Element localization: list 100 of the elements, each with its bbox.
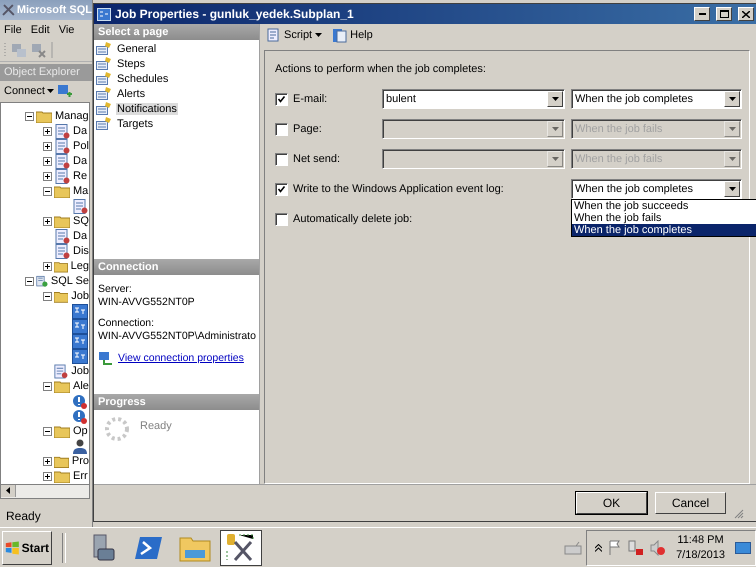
dropdown-option[interactable]: When the job succeeds xyxy=(572,200,756,212)
chevron-up-icon[interactable] xyxy=(595,544,602,552)
tree-item-label[interactable]: Dis xyxy=(73,245,89,258)
close-button[interactable] xyxy=(738,7,754,21)
checkbox[interactable] xyxy=(275,92,288,106)
page-item[interactable]: Targets xyxy=(116,118,154,130)
tree-item-label[interactable]: Leg xyxy=(70,260,89,272)
tree-item-label[interactable]: Manag xyxy=(55,110,89,122)
horizontal-scrollbar[interactable] xyxy=(0,484,90,500)
folder-icon xyxy=(54,454,69,468)
page-settings-icon xyxy=(96,57,112,70)
tree-item-label[interactable]: Re xyxy=(73,170,88,182)
start-button[interactable]: Start xyxy=(2,530,52,564)
tree-item-label[interactable]: Ale xyxy=(73,380,89,392)
collapse-icon[interactable] xyxy=(43,186,52,196)
dropdown-arrow-icon xyxy=(552,97,558,101)
tree-item-label[interactable]: Err xyxy=(73,470,88,482)
page-item[interactable]: General xyxy=(116,42,158,54)
connection-properties-icon xyxy=(98,351,114,365)
status-text: Ready xyxy=(5,508,42,526)
minimize-icon xyxy=(698,13,706,15)
connection-properties-link[interactable]: View connection properties xyxy=(118,352,244,364)
page-item[interactable]: Notifications xyxy=(116,102,178,114)
tree-item-label[interactable]: Pol xyxy=(73,140,89,152)
document-icon xyxy=(54,124,70,139)
ok-button[interactable]: OK xyxy=(576,492,647,514)
connect-button[interactable]: Connect xyxy=(4,85,54,98)
expand-icon[interactable] xyxy=(43,262,52,271)
network-icon[interactable] xyxy=(628,540,644,556)
dropdown-arrow-icon xyxy=(728,97,736,101)
tree-item-label[interactable]: Job xyxy=(71,290,89,302)
option-label: E-mail: xyxy=(293,93,328,105)
collapse-icon[interactable] xyxy=(43,292,52,301)
expand-icon[interactable] xyxy=(43,142,52,151)
tree-item-label[interactable]: Da xyxy=(73,155,88,168)
page-item[interactable]: Steps xyxy=(116,58,146,70)
caret-icon xyxy=(46,89,54,94)
document-icon xyxy=(53,364,68,379)
folder-icon xyxy=(54,424,70,438)
field-label: Connection: xyxy=(98,317,154,330)
option-label: Write to the Windows Application event log: xyxy=(293,183,504,195)
folder-icon xyxy=(54,184,70,198)
section-heading: Actions to perform when the job completes: xyxy=(275,63,487,75)
maximize-icon xyxy=(720,10,728,18)
tree-item-label[interactable]: Da xyxy=(73,230,88,242)
resize-grip-icon xyxy=(734,509,744,519)
person-icon xyxy=(72,438,88,454)
progress-status: Ready xyxy=(140,420,172,432)
checkmark-icon xyxy=(278,96,285,102)
tree-item-label[interactable]: Op xyxy=(73,425,88,438)
tree-item-label[interactable]: Ma xyxy=(73,185,88,198)
checkbox[interactable] xyxy=(275,212,288,226)
expand-icon[interactable] xyxy=(43,456,52,466)
minimize-button[interactable] xyxy=(694,7,710,21)
dropdown-option[interactable]: When the job fails xyxy=(572,212,756,224)
close-icon xyxy=(742,10,750,18)
script-button[interactable]: Script xyxy=(264,28,324,42)
maximize-button[interactable] xyxy=(716,7,732,21)
flag-icon[interactable] xyxy=(608,540,622,555)
connect-icon[interactable] xyxy=(56,84,73,99)
tree-item-label[interactable]: SQ xyxy=(73,215,89,228)
expand-icon[interactable] xyxy=(43,156,52,166)
scroll-left-icon[interactable] xyxy=(6,487,10,494)
show-desktop-icon[interactable] xyxy=(735,542,751,554)
document-icon xyxy=(54,138,70,154)
condition-dropdown[interactable]: When the job completes xyxy=(571,89,742,109)
expand-icon[interactable] xyxy=(43,126,52,136)
folder-icon xyxy=(54,290,68,303)
expand-icon[interactable] xyxy=(43,172,52,181)
collapse-icon[interactable] xyxy=(43,426,52,436)
job-icon xyxy=(97,8,111,20)
menu-item[interactable]: File xyxy=(4,24,22,36)
collapse-icon[interactable] xyxy=(25,276,34,286)
page-settings-icon xyxy=(96,102,112,115)
dropdown-option[interactable]: When the job completes xyxy=(572,224,756,236)
expand-icon[interactable] xyxy=(43,472,52,481)
page-settings-icon xyxy=(96,42,112,55)
tree-item-label[interactable]: Pro xyxy=(72,455,89,468)
taskbar-app-button[interactable] xyxy=(220,530,262,566)
window-title: Microsoft SQL xyxy=(16,4,92,16)
cancel-button[interactable]: Cancel xyxy=(655,492,726,514)
recipient-dropdown[interactable]: bulent xyxy=(382,89,565,109)
page-item[interactable]: Schedules xyxy=(116,72,170,84)
tree-item-label[interactable]: SQL Se xyxy=(50,275,89,288)
help-button[interactable]: Help xyxy=(330,28,375,42)
page-item[interactable]: Alerts xyxy=(116,88,146,100)
speaker-icon[interactable] xyxy=(650,540,666,556)
menu-item[interactable]: Edit xyxy=(30,24,50,36)
section-header: Progress xyxy=(94,394,259,410)
menu-item[interactable]: Vie xyxy=(58,24,74,36)
section-header: Connection xyxy=(94,259,259,275)
collapse-icon[interactable] xyxy=(25,112,34,121)
option-label: Automatically delete job: xyxy=(293,213,412,225)
checkbox[interactable] xyxy=(275,182,288,196)
collapse-icon[interactable] xyxy=(43,382,52,391)
tree-item-label[interactable]: Da xyxy=(73,125,88,138)
windows-logo-icon xyxy=(5,540,20,556)
tree-item-label[interactable]: Job xyxy=(71,365,89,378)
expand-icon[interactable] xyxy=(43,216,52,226)
document-icon xyxy=(72,198,88,214)
